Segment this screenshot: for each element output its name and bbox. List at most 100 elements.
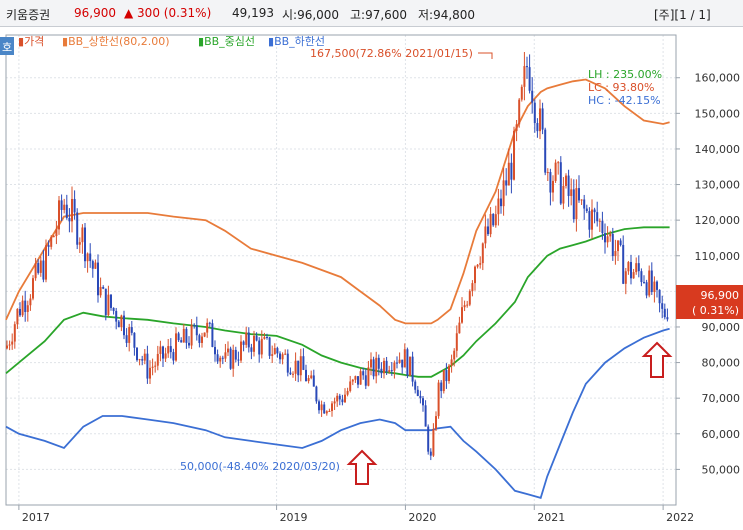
candle-body xyxy=(390,370,393,372)
badge-price: 96,900 xyxy=(701,289,740,302)
y-tick-label: 160,000 xyxy=(695,72,741,85)
candle-body xyxy=(253,335,255,352)
candle-body xyxy=(549,172,552,193)
candle-body xyxy=(396,362,398,364)
candle-body xyxy=(416,389,419,396)
candle-body xyxy=(50,236,53,247)
candle-body xyxy=(286,353,289,373)
candle-body xyxy=(406,349,409,376)
candle-body xyxy=(562,185,565,204)
candle-body xyxy=(474,266,476,284)
candle-body xyxy=(237,359,240,361)
candle-body xyxy=(546,172,549,174)
volume: 49,193 xyxy=(232,6,274,20)
high-annotation: 167,500(72.86% 2021/01/15) xyxy=(310,47,473,60)
candle-body xyxy=(104,288,107,315)
y-tick-label: 60,000 xyxy=(702,428,741,441)
candle-body xyxy=(268,337,271,356)
candle-body xyxy=(81,227,84,243)
candle-body xyxy=(242,341,245,345)
candle-body xyxy=(294,360,297,374)
candle-body xyxy=(177,333,180,341)
y-tick-label: 110,000 xyxy=(695,250,741,263)
candle-body xyxy=(58,200,60,230)
page-indicator[interactable]: [주][1 / 1] xyxy=(654,6,711,23)
y-tick-label: 120,000 xyxy=(695,214,741,227)
candle-body xyxy=(13,324,16,342)
candle-body xyxy=(455,333,458,351)
candle-body xyxy=(544,129,547,173)
candle-body xyxy=(570,189,573,196)
candle-body xyxy=(351,379,354,382)
candle-body xyxy=(461,307,463,323)
candle-body xyxy=(632,272,635,279)
current-price: 96,900 xyxy=(74,6,116,20)
candle-body xyxy=(609,233,612,237)
legend-lower: ▮BB_하한선 xyxy=(268,34,325,48)
stat-lc: LC : 93.80% xyxy=(588,81,654,94)
candle-body xyxy=(567,175,570,196)
candle-body xyxy=(227,348,229,353)
candle-body xyxy=(73,198,76,213)
candle-body xyxy=(580,199,583,201)
candle-body xyxy=(424,405,427,427)
candle-body xyxy=(39,260,42,273)
candle-body xyxy=(55,229,58,237)
candle-body xyxy=(102,286,105,289)
candle-body xyxy=(643,282,645,284)
candle-body xyxy=(448,365,450,382)
candle-body xyxy=(640,271,643,283)
candle-body xyxy=(437,382,440,417)
candle-body xyxy=(221,357,224,359)
candle-body xyxy=(489,213,492,235)
candle-body xyxy=(195,325,198,336)
candle-body xyxy=(401,359,404,368)
candle-body xyxy=(377,357,380,369)
candle-body xyxy=(619,240,622,245)
candle-body xyxy=(622,244,625,284)
candle-body xyxy=(289,372,292,375)
candle-body xyxy=(422,398,424,406)
candle-body xyxy=(533,102,536,124)
candle-body xyxy=(658,289,661,304)
candle-body xyxy=(232,349,235,369)
stock-name[interactable]: 키움증권 xyxy=(6,6,50,23)
candle-body xyxy=(120,315,123,328)
candle-body xyxy=(263,337,266,339)
candle-body xyxy=(575,188,578,220)
candle-body xyxy=(318,401,320,411)
candle-body xyxy=(453,350,456,360)
candle-body xyxy=(375,357,378,377)
candle-body xyxy=(440,382,443,392)
candle-body xyxy=(91,261,94,269)
candle-body xyxy=(484,226,487,244)
candle-body xyxy=(47,245,50,247)
candle-body xyxy=(526,66,528,68)
candle-body xyxy=(310,375,313,379)
candle-body xyxy=(146,353,149,379)
candle-body xyxy=(86,253,89,262)
candle-body xyxy=(133,332,136,348)
candle-body xyxy=(203,332,206,337)
candle-body xyxy=(372,359,375,377)
candle-body xyxy=(539,108,541,132)
candle-body xyxy=(520,86,523,100)
candle-body xyxy=(383,360,385,374)
candle-body xyxy=(323,404,326,414)
candle-body xyxy=(16,308,19,325)
candle-body xyxy=(273,348,276,355)
candle-body xyxy=(206,322,209,333)
candle-body xyxy=(354,376,357,380)
candle-body xyxy=(188,342,190,346)
candle-body xyxy=(89,253,92,262)
candle-body xyxy=(325,411,328,414)
candle-body xyxy=(276,348,279,354)
candle-body xyxy=(247,332,250,348)
candle-body xyxy=(656,281,658,290)
candle-body xyxy=(552,180,554,193)
candle-body xyxy=(637,263,640,272)
candle-body xyxy=(536,123,539,132)
candle-body xyxy=(409,356,411,376)
candle-body xyxy=(190,324,193,346)
candle-body xyxy=(229,348,232,369)
